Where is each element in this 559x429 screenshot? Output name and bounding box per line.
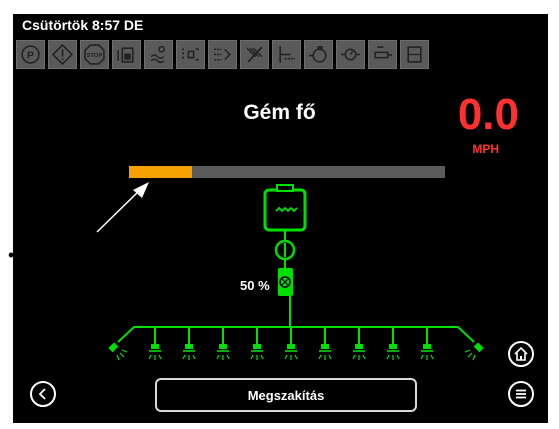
- nozzle: [216, 327, 230, 360]
- nozzle: [386, 327, 400, 360]
- back-button[interactable]: [30, 381, 56, 407]
- nozzle: [352, 327, 366, 360]
- back-arrow-icon: [38, 388, 46, 400]
- nozzle: [464, 342, 484, 361]
- nozzle: [182, 327, 196, 360]
- home-button[interactable]: [508, 341, 534, 367]
- nozzle: [250, 327, 264, 360]
- tank-icon: [263, 188, 307, 232]
- menu-button[interactable]: [508, 381, 534, 407]
- nozzle: [318, 327, 332, 360]
- nozzle: [108, 342, 128, 361]
- home-icon: [514, 346, 528, 361]
- cancel-button[interactable]: Megszakítás: [155, 378, 417, 412]
- nozzle: [420, 327, 434, 360]
- valve-percent: 50 %: [240, 278, 270, 293]
- sprayer-diagram: [108, 184, 484, 361]
- menu-icon: [516, 389, 526, 399]
- nozzle: [284, 327, 298, 360]
- nozzle: [148, 327, 162, 360]
